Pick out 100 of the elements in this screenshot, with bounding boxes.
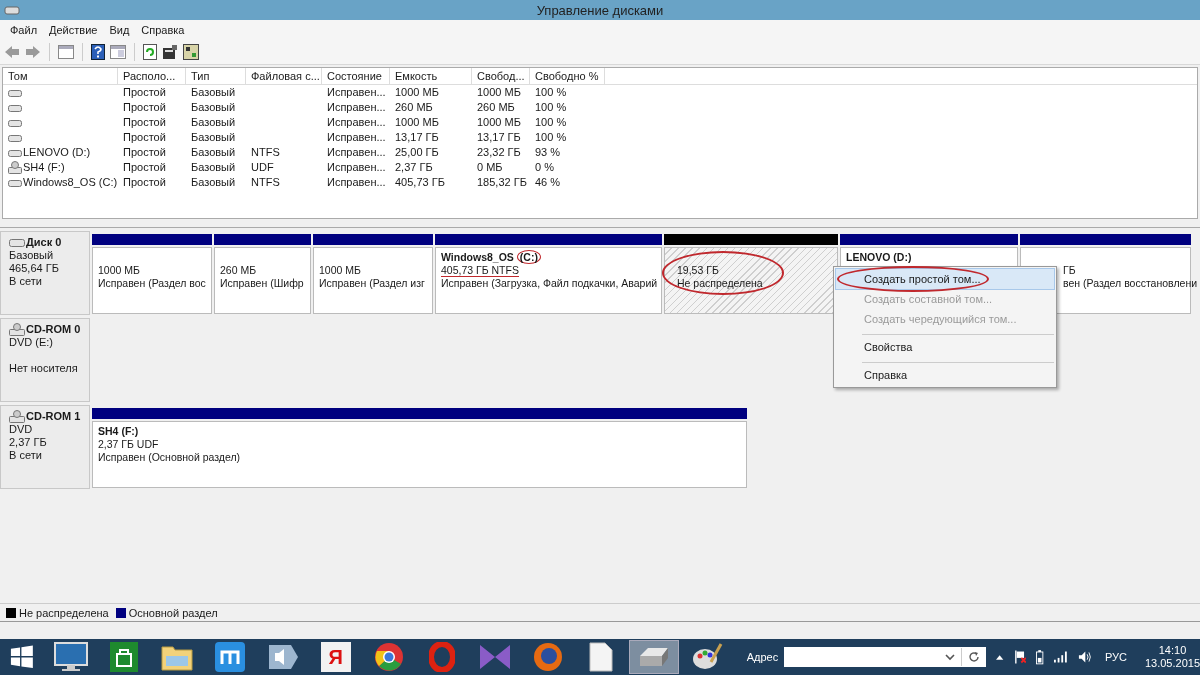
partition-box[interactable]: 1000 МБ Исправен (Раздел вос [92, 247, 212, 314]
table-cell: 13,17 ГБ [395, 130, 439, 145]
back-arrow-icon[interactable] [4, 45, 20, 59]
partition-box[interactable]: 19,53 ГБ Не распределена [664, 247, 838, 314]
partition-status: Не распределена [677, 277, 763, 289]
column-header[interactable]: Располо... [118, 68, 186, 84]
table-cell: Базовый [191, 115, 236, 130]
partition-box[interactable]: Windows8_OS (C:) 405,73 ГБ NTFS Исправен (Загрузка, Файл подкачки, Аварий [435, 247, 662, 314]
table-cell: 93 % [535, 145, 561, 160]
optical-drive-icon [8, 161, 22, 174]
table-cell: 23,32 ГБ [477, 145, 521, 160]
drive-icon [9, 238, 25, 247]
speaker-icon [266, 642, 299, 672]
signal-icon[interactable] [1053, 651, 1069, 663]
partition-status: Исправен (Основной раздел) [98, 451, 241, 463]
partition-size: 405,73 ГБ NTFS [441, 264, 519, 277]
column-header[interactable]: Файловая с... [246, 68, 322, 84]
table-cell: 1000 МБ [395, 115, 439, 130]
clock-date[interactable]: 13.05.2015 [1144, 657, 1200, 670]
table-cell: Исправен... [327, 115, 386, 130]
pane-icon[interactable] [110, 45, 126, 59]
table-cell: 185,32 ГБ [477, 175, 527, 190]
clock-time[interactable]: 14:10 [1158, 644, 1187, 657]
flag-icon[interactable] [1013, 649, 1027, 665]
language-indicator[interactable]: РУС [1104, 651, 1127, 663]
disk-name: Диск 0 [26, 236, 62, 249]
partition-status: Исправен (Загрузка, Файл подкачки, Аварий [441, 277, 658, 289]
table-cell: Исправен... [327, 160, 386, 175]
table-cell: 0 МБ [477, 160, 503, 175]
table-cell: Базовый [191, 130, 236, 145]
column-header[interactable]: Свободно % [530, 68, 605, 84]
refresh-icon[interactable] [968, 651, 981, 663]
properties-icon[interactable] [162, 44, 178, 60]
table-cell: Простой [123, 160, 166, 175]
taskbar-button[interactable]: Я [310, 640, 361, 674]
battery-icon[interactable] [1036, 649, 1044, 665]
monitor-icon [53, 642, 88, 672]
optical-drive-icon [9, 410, 25, 423]
table-cell: Простой [123, 175, 166, 190]
document-icon [588, 642, 613, 672]
partition-size: 260 МБ [220, 264, 257, 276]
chevron-down-icon[interactable] [945, 653, 956, 661]
table-cell: Исправен... [327, 130, 386, 145]
table-cell: Исправен... [327, 145, 386, 160]
menu-item[interactable]: Справка [862, 362, 1054, 385]
table-cell: LENOVO (D:) [23, 145, 91, 160]
menu-item[interactable]: Действие [43, 24, 104, 36]
shopping-bag-icon [109, 642, 138, 672]
table-cell: Простой [123, 115, 166, 130]
disk-type: DVD (E:) [9, 336, 53, 348]
volume-icon[interactable] [1078, 650, 1093, 664]
menu-item[interactable]: Создать простой том... [836, 269, 1054, 289]
table-cell: Windows8_OS (C:) [23, 175, 118, 190]
table-cell: 1000 МБ [477, 115, 521, 130]
partition-status: вен (Раздел восстановлени [1063, 277, 1198, 289]
drive-icon [8, 178, 22, 187]
help-icon[interactable] [91, 44, 105, 60]
table-cell: Базовый [191, 175, 236, 190]
table-cell: SH4 (F:) [23, 160, 65, 175]
palette-icon [690, 642, 723, 672]
partition-status: Исправен (Раздел вос [98, 277, 206, 289]
column-header[interactable]: Емкость [390, 68, 472, 84]
disk-type: Базовый [9, 249, 54, 261]
caret-up-icon[interactable] [996, 654, 1004, 660]
column-header[interactable]: Свобод... [472, 68, 530, 84]
table-cell: 46 % [535, 175, 561, 190]
table-cell: NTFS [251, 175, 280, 190]
settings-icon[interactable] [183, 44, 199, 60]
folder-icon [160, 643, 193, 671]
table-cell: 405,73 ГБ [395, 175, 445, 190]
partition-size: 2,37 ГБ UDF [98, 438, 159, 450]
partition-size: 19,53 ГБ [677, 264, 719, 276]
partition-box[interactable]: SH4 (F:) 2,37 ГБ UDF Исправен (Основной раздел) [92, 421, 747, 488]
table-cell: 100 % [535, 100, 567, 115]
legend-label: Не распределена [19, 606, 109, 619]
menu-item[interactable]: Свойства [862, 334, 1054, 357]
menu-item[interactable]: Справка [135, 24, 191, 36]
partition-box[interactable]: 260 МБ Исправен (Шифр [214, 247, 311, 314]
drive-icon [8, 148, 22, 157]
menu-item[interactable]: Вид [103, 24, 136, 36]
column-header[interactable]: Том [3, 68, 118, 84]
pane-icon[interactable] [58, 45, 74, 59]
menu-item[interactable]: Файл [4, 24, 44, 36]
table-cell: UDF [251, 160, 274, 175]
disk-name: CD-ROM 1 [26, 410, 81, 423]
partition-box[interactable]: 1000 МБ Исправен (Раздел изг [313, 247, 433, 314]
start-icon[interactable] [10, 644, 34, 670]
column-header[interactable]: Состояние [322, 68, 390, 84]
forward-arrow-icon[interactable] [25, 45, 41, 59]
column-header[interactable]: Тип [186, 68, 246, 84]
drive-icon [8, 88, 22, 97]
legend-label: Основной раздел [128, 606, 218, 619]
table-cell: 100 % [535, 130, 567, 145]
table-cell: Простой [123, 145, 166, 160]
disk-status: В сети [9, 275, 42, 287]
table-cell: Базовый [191, 100, 236, 115]
refresh-icon[interactable] [143, 44, 157, 60]
table-cell: 260 МБ [395, 100, 433, 115]
table-cell: 1000 МБ [395, 85, 439, 100]
table-cell: 0 % [535, 160, 554, 175]
